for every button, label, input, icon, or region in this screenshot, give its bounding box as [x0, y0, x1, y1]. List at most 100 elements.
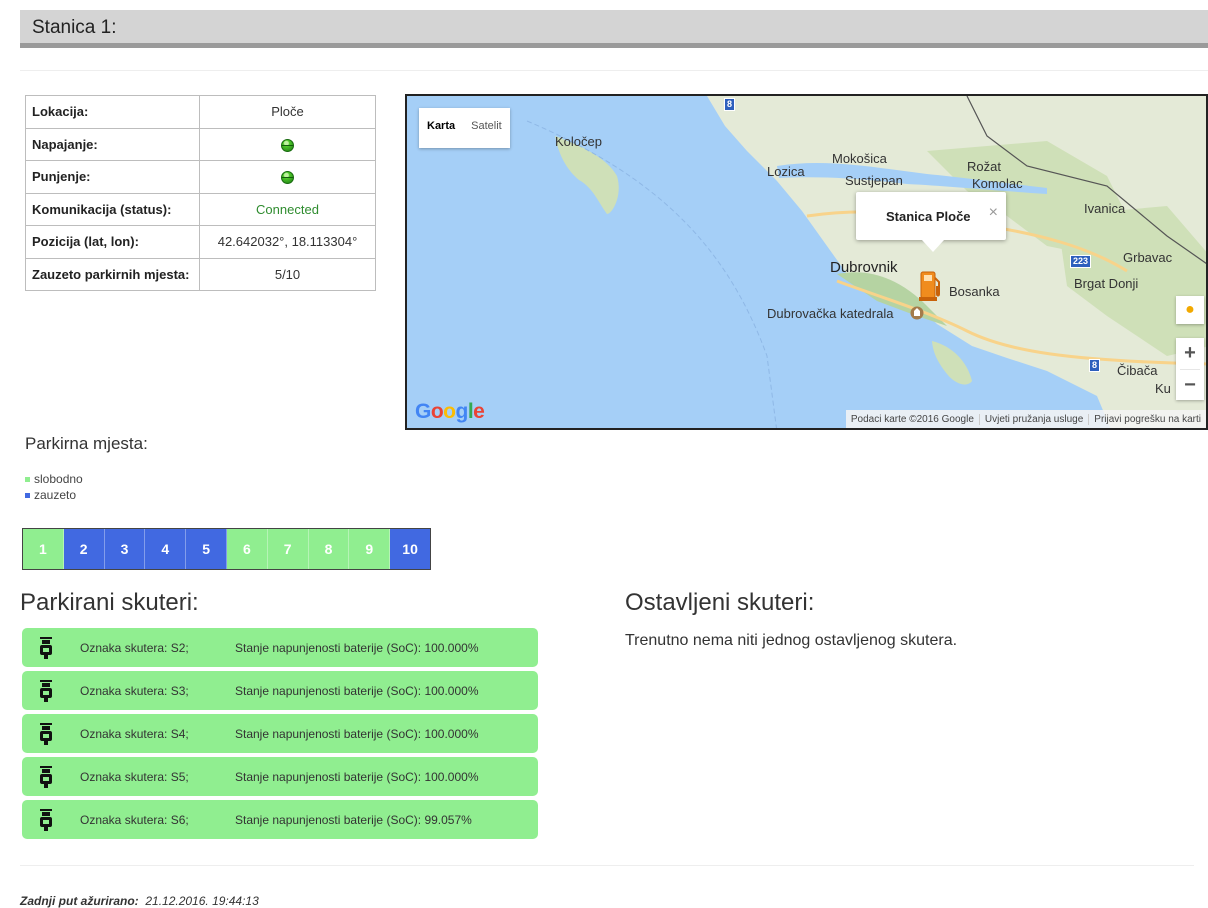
- fuel-station-marker-icon[interactable]: [917, 266, 943, 302]
- scooter-soc: Stanje napunjenosti baterije (SoC): 99.0…: [235, 813, 472, 827]
- table-row: Pozicija (lat, lon): 42.642032°, 18.1133…: [25, 225, 376, 259]
- scooter-icon: [40, 723, 52, 745]
- scooter-soc: Stanje napunjenosti baterije (SoC): 100.…: [235, 684, 479, 698]
- map-label: Rožat: [967, 159, 1001, 174]
- close-icon[interactable]: ×: [989, 204, 998, 222]
- occupied-value: 5/10: [199, 257, 376, 291]
- parked-scooters-title: Parkirani skuteri:: [20, 589, 199, 616]
- zoom-control: + −: [1176, 338, 1204, 400]
- last-updated-value: 21.12.2016. 19:44:13: [145, 894, 259, 908]
- info-window-title: Stanica Ploče: [886, 209, 971, 224]
- parking-title: Parkirna mjesta:: [25, 434, 148, 453]
- map-attribution: Podaci karte ©2016 Google Uvjeti pružanj…: [845, 410, 1206, 428]
- legend-taken: zauzeto: [25, 488, 76, 502]
- info-window-pointer: [922, 240, 944, 252]
- map-type-karta-button[interactable]: Karta: [419, 108, 463, 148]
- table-row: Punjenje:: [25, 160, 376, 194]
- parking-slot: 6: [226, 529, 268, 569]
- legend-free-label: slobodno: [34, 472, 83, 486]
- scooter-label: Oznaka skutera: S5;: [80, 770, 189, 784]
- map-info-window[interactable]: Stanica Ploče ×: [856, 192, 1006, 252]
- scooter-soc: Stanje napunjenosti baterije (SoC): 100.…: [235, 641, 479, 655]
- cathedral-poi-icon[interactable]: [910, 306, 924, 320]
- power-status-cell: [199, 127, 376, 161]
- station-map[interactable]: Karta Satelit Koločep Lozica Mokošica Su…: [405, 94, 1208, 430]
- legend-free-swatch: [25, 477, 30, 483]
- parking-slot: 1: [23, 529, 64, 569]
- map-label: Dubrovačka katedrala: [767, 306, 894, 321]
- scooter-icon: [40, 809, 52, 831]
- road-shield: 8: [1089, 359, 1101, 372]
- row-label-power: Napajanje:: [25, 127, 200, 161]
- road-shield: 223: [1070, 255, 1092, 268]
- terms-link[interactable]: Uvjeti pružanja usluge: [978, 413, 1088, 425]
- map-label: Grbavac: [1123, 250, 1173, 265]
- divider: [20, 865, 1194, 866]
- road-shield: 8: [724, 98, 736, 111]
- map-label: Lozica: [767, 164, 805, 179]
- row-label-charging: Punjenje:: [25, 160, 200, 194]
- last-updated-label: Zadnji put ažurirano:: [20, 894, 139, 908]
- left-scooters-title: Ostavljeni skuteri:: [625, 589, 815, 616]
- map-type-control: Karta Satelit: [419, 108, 510, 148]
- divider: [20, 70, 1208, 71]
- parking-slot: 4: [145, 529, 187, 569]
- scooter-soc: Stanje napunjenosti baterije (SoC): 100.…: [235, 770, 479, 784]
- map-label: Sustjepan: [845, 173, 903, 188]
- station-title: Stanica 1:: [32, 17, 117, 38]
- charging-status-led-icon: [281, 171, 294, 185]
- list-item: Oznaka skutera: S5; Stanje napunjenosti …: [22, 757, 538, 796]
- legend-free: slobodno: [25, 472, 83, 486]
- map-label: Ivanica: [1084, 201, 1126, 216]
- parking-slot: 3: [104, 529, 146, 569]
- table-row: Komunikacija (status): Connected: [25, 192, 376, 226]
- map-label: Čibača: [1117, 363, 1158, 378]
- parking-slot: 7: [267, 529, 309, 569]
- map-type-satelit-button[interactable]: Satelit: [463, 108, 510, 148]
- list-item: Oznaka skutera: S6; Stanje napunjenosti …: [22, 800, 538, 839]
- scooter-icon: [40, 637, 52, 659]
- scooter-label: Oznaka skutera: S4;: [80, 727, 189, 741]
- scooter-soc: Stanje napunjenosti baterije (SoC): 100.…: [235, 727, 479, 741]
- scooter-icon: [40, 766, 52, 788]
- report-error-link[interactable]: Prijavi pogrešku na karti: [1088, 413, 1206, 425]
- scooter-icon: [40, 680, 52, 702]
- table-row: Lokacija: Ploče: [25, 95, 376, 129]
- list-item: Oznaka skutera: S2; Stanje napunjenosti …: [22, 628, 538, 667]
- parking-slot: 5: [186, 529, 227, 569]
- zoom-in-button[interactable]: +: [1176, 338, 1204, 369]
- scooter-label: Oznaka skutera: S2;: [80, 641, 189, 655]
- row-label-communication: Komunikacija (status):: [25, 192, 200, 226]
- parking-slot: 2: [63, 529, 105, 569]
- legend-taken-swatch: [25, 493, 30, 499]
- parking-slots: 1 2 3 4 5 6 7 8 9 10: [22, 528, 431, 570]
- location-value: Ploče: [199, 95, 376, 129]
- last-updated: Zadnji put ažurirano: 21.12.2016. 19:44:…: [20, 894, 259, 908]
- station-info-table: Lokacija: Ploče Napajanje: Punjenje: Kom…: [25, 95, 376, 291]
- power-status-led-icon: [281, 138, 294, 152]
- charging-status-cell: [199, 160, 376, 194]
- street-view-pegman-icon[interactable]: ●: [1176, 296, 1204, 324]
- map-label: Bosanka: [949, 284, 1000, 299]
- map-label: Dubrovnik: [830, 259, 898, 276]
- parking-slot: 10: [390, 529, 430, 569]
- zoom-out-button[interactable]: −: [1176, 370, 1204, 401]
- map-label: Komolac: [972, 176, 1023, 191]
- row-label-position: Pozicija (lat, lon):: [25, 225, 200, 259]
- map-data-credit: Podaci karte ©2016 Google: [850, 413, 974, 425]
- left-scooters-empty-text: Trenutno nema niti jednog ostavljenog sk…: [625, 632, 958, 649]
- legend-taken-label: zauzeto: [34, 488, 77, 502]
- parking-slot: 9: [349, 529, 391, 569]
- list-item: Oznaka skutera: S4; Stanje napunjenosti …: [22, 714, 538, 753]
- map-label: Brgat Donji: [1074, 276, 1139, 291]
- list-item: Oznaka skutera: S3; Stanje napunjenosti …: [22, 671, 538, 710]
- map-label: Koločep: [555, 134, 602, 149]
- row-label-occupied: Zauzeto parkirnih mjesta:: [25, 257, 200, 291]
- parking-slot: 8: [308, 529, 350, 569]
- google-logo[interactable]: Google: [415, 400, 485, 424]
- communication-status: Connected: [199, 192, 376, 226]
- map-label: Ku: [1155, 381, 1171, 396]
- scooter-label: Oznaka skutera: S3;: [80, 684, 189, 698]
- station-header: Stanica 1:: [20, 10, 1208, 48]
- map-label: Mokošica: [832, 151, 887, 166]
